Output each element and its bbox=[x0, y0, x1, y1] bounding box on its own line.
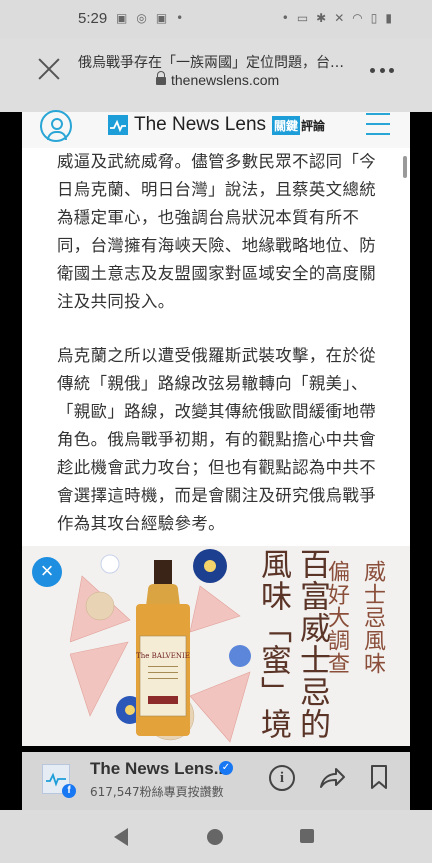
recents-icon[interactable] bbox=[300, 829, 314, 843]
ad-whisky-artwork: The BALVENIE bbox=[70, 546, 260, 746]
ad-headline-line: 風味「蜜」境 bbox=[255, 548, 291, 740]
advertisement[interactable]: The BALVENIE × 威士忌風味 偏好大調查 百富威士忌的 風味「蜜」境 bbox=[22, 546, 410, 746]
ad-headline-line: 百富威士忌的 bbox=[294, 548, 330, 740]
status-bar: 5:29 ▣ ◎ ▣ • • ▭ ✱ ✕ ◠ ▯ ▮ bbox=[0, 0, 432, 38]
logo-text: The News Lens bbox=[134, 114, 267, 135]
ad-headline-line: 威士忌風味 bbox=[360, 560, 385, 675]
page-title: 俄烏戰爭存在「一族兩國」定位問題，台… bbox=[78, 55, 344, 71]
verified-badge-icon: ✓ bbox=[219, 761, 233, 775]
url-text: thenewslens.com bbox=[171, 72, 280, 88]
hamburger-menu-icon[interactable] bbox=[366, 113, 390, 135]
home-icon[interactable] bbox=[207, 829, 223, 845]
whatsapp-icon: ◎ bbox=[136, 11, 147, 25]
close-button[interactable] bbox=[36, 56, 62, 82]
more-dot-icon bbox=[389, 68, 394, 73]
back-icon[interactable] bbox=[114, 828, 128, 846]
share-icon[interactable] bbox=[318, 765, 346, 791]
lock-icon bbox=[156, 71, 166, 85]
facebook-page-bar: f The News Lens... ✓ 617,547粉絲專頁按讚數 i bbox=[22, 752, 410, 810]
mute-icon: ✕ bbox=[334, 11, 345, 25]
system-navigation-bar bbox=[0, 810, 432, 863]
cast-off-icon: ▭ bbox=[296, 11, 309, 25]
article-body[interactable]: 威逼及武統威脅。儘管多數民眾不認同「今日烏克蘭、明日台灣」說法，且蔡英文總統為穩… bbox=[22, 148, 410, 546]
no-sim-icon: ▯ bbox=[370, 11, 378, 25]
facebook-icon: f bbox=[62, 784, 76, 798]
article-paragraph: 威逼及武統威脅。儘管多數民眾不認同「今日烏克蘭、明日台灣」說法，且蔡英文總統為穩… bbox=[57, 152, 377, 311]
ad-close-button[interactable]: × bbox=[32, 557, 62, 587]
more-dot-icon bbox=[370, 68, 375, 73]
dot-icon: • bbox=[281, 11, 289, 25]
followers-count: 617,547粉絲專頁按讚數 bbox=[90, 785, 224, 799]
android-icon: ▣ bbox=[116, 11, 128, 25]
profile-icon[interactable] bbox=[40, 110, 72, 142]
status-time: 5:29 bbox=[78, 10, 108, 27]
logo-mark-icon bbox=[108, 115, 128, 135]
more-dot-icon bbox=[379, 68, 385, 73]
bottle-brand-label: The BALVENIE bbox=[136, 652, 190, 660]
logo-sub-text: 評論 bbox=[301, 118, 326, 133]
battery-icon: ▮ bbox=[385, 11, 392, 25]
bluetooth-icon: ✱ bbox=[316, 11, 327, 25]
bookmark-icon[interactable] bbox=[370, 764, 388, 790]
dot-icon: • bbox=[176, 11, 184, 25]
site-logo[interactable]: The News Lens 關鍵 評論 bbox=[108, 112, 325, 138]
status-left-icons: ▣ ◎ ▣ • bbox=[116, 11, 183, 25]
logo-sub-highlight: 關鍵 bbox=[272, 115, 301, 135]
android-icon: ▣ bbox=[155, 11, 168, 25]
site-header: The News Lens 關鍵 評論 bbox=[22, 110, 410, 149]
page-url: thenewslens.com bbox=[156, 71, 280, 88]
scrollbar-thumb[interactable] bbox=[403, 156, 407, 178]
wifi-icon: ◠ bbox=[352, 11, 363, 25]
status-right-icons: • ▭ ✱ ✕ ◠ ▯ ▮ bbox=[282, 11, 392, 25]
more-options-button[interactable] bbox=[370, 68, 394, 76]
browser-bar: 俄烏戰爭存在「一族兩國」定位問題，台… thenewslens.com bbox=[0, 38, 432, 112]
info-icon[interactable]: i bbox=[269, 765, 295, 791]
article-paragraph: 烏克蘭之所以遭受俄羅斯武裝攻擊，在於從傳統「親俄」路線改弦易轍轉向「親美」、「親… bbox=[57, 346, 377, 533]
page-name-link[interactable]: The News Lens... bbox=[90, 759, 228, 779]
